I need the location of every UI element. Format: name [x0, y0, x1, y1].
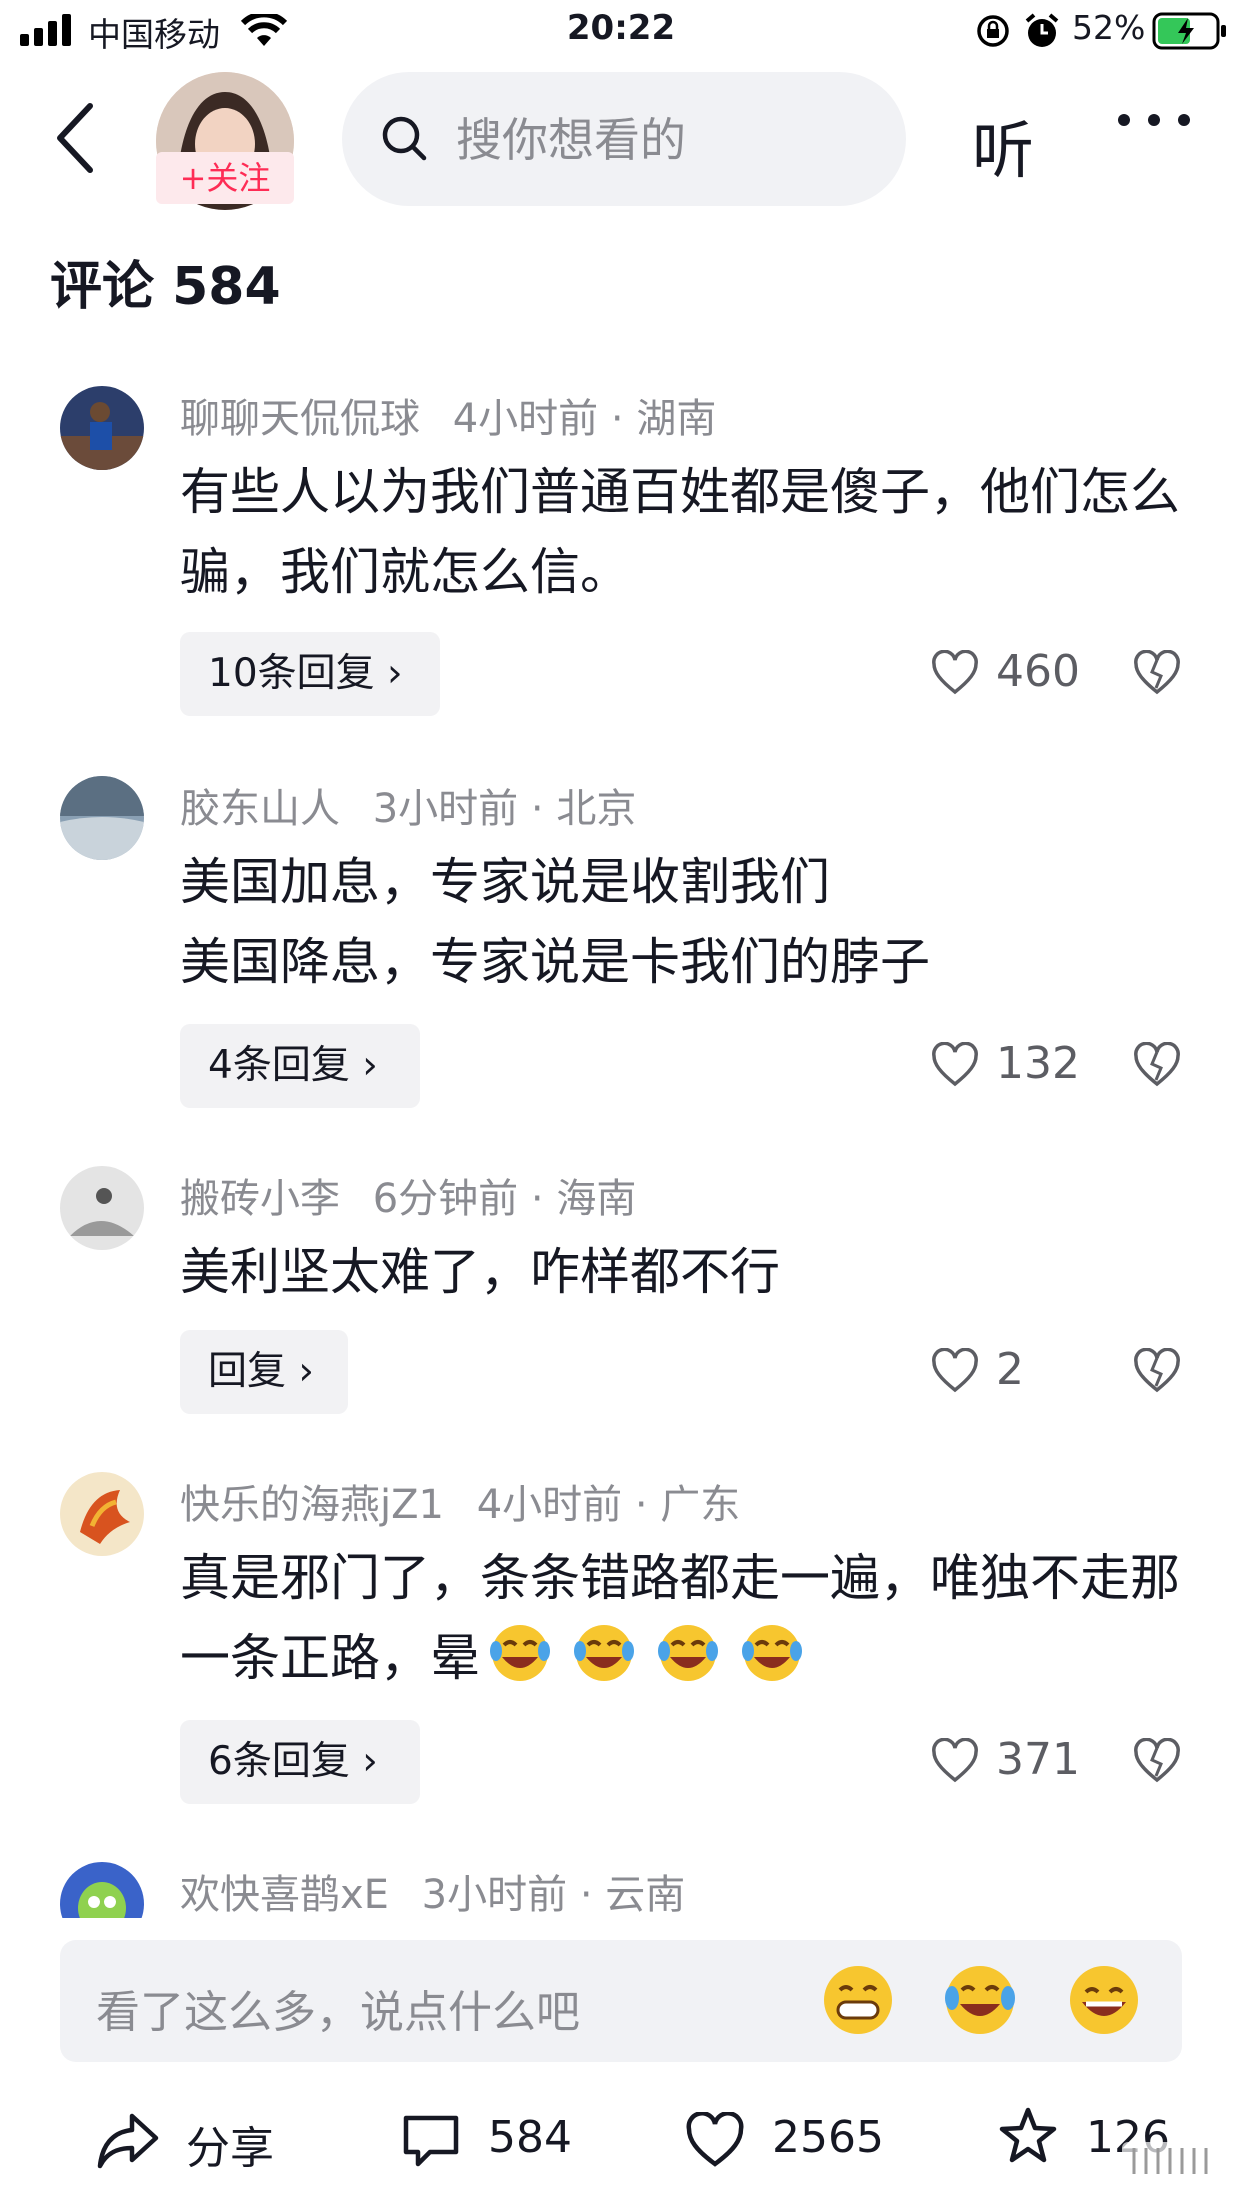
- commenter-name[interactable]: 胶东山人: [180, 786, 340, 832]
- grinning-emoji[interactable]: [820, 1962, 896, 2038]
- back-icon[interactable]: [48, 98, 108, 178]
- commenter-name[interactable]: 欢快喜鹊xE: [180, 1872, 389, 1918]
- replies-label: 回复: [208, 1349, 287, 1394]
- commenter-name[interactable]: 快乐的海燕jZ1: [180, 1482, 444, 1528]
- avatar-image: [60, 1862, 144, 1918]
- like-total: 2565: [772, 2112, 884, 2163]
- chevron-right-icon: ›: [387, 651, 403, 696]
- view-replies-button[interactable]: 10条回复 ›: [180, 632, 440, 716]
- laughing-crying-emoji: [490, 1625, 550, 1681]
- rotation-lock-icon: [977, 15, 1009, 47]
- chevron-right-icon: ›: [298, 1349, 315, 1394]
- laughing-crying-emoji[interactable]: [942, 1962, 1018, 2038]
- comments-title: 评论 584: [50, 257, 281, 317]
- chevron-right-icon: ›: [362, 1043, 378, 1088]
- commenter-avatar[interactable]: [60, 1862, 144, 1918]
- avatar-image: [60, 386, 144, 470]
- view-replies-button[interactable]: 6条回复 ›: [180, 1720, 420, 1804]
- replies-label: 6条回复: [208, 1739, 350, 1784]
- like-icon[interactable]: [930, 1348, 980, 1394]
- dot-separator: ·: [579, 1872, 606, 1918]
- avatar-image: [60, 1472, 144, 1556]
- alarm-icon: [1025, 13, 1059, 47]
- commenter-name[interactable]: 聊聊天侃侃球: [180, 396, 420, 442]
- comment-location: 广东: [660, 1482, 741, 1528]
- like-count: 132: [996, 1038, 1080, 1089]
- comment-text: 有些人以为我们普通百姓都是傻子，他们怎么骗，我们就怎么信。: [180, 463, 1180, 601]
- share-icon[interactable]: [96, 2110, 160, 2170]
- laughing-crying-emoji: [573, 1625, 634, 1681]
- comment-time: 4小时前: [452, 396, 599, 442]
- battery-icon: [1152, 12, 1226, 50]
- comment-count: 584: [488, 2112, 572, 2163]
- comment-time: 4小时前: [476, 1482, 623, 1528]
- comment-line: 美国加息，专家说是收割我们: [180, 853, 830, 911]
- like-count: 2: [996, 1344, 1024, 1395]
- replies-label: 10条回复: [208, 651, 375, 696]
- comment-time: 3小时前: [372, 786, 519, 832]
- emoji-group: [486, 1621, 806, 1708]
- comment-meta: 欢快喜鹊xE 3小时前 · 云南: [180, 1862, 685, 1920]
- comment-icon[interactable]: [400, 2112, 462, 2170]
- search-icon: [382, 116, 427, 161]
- follow-button[interactable]: +关注: [156, 152, 294, 204]
- laughing-crying-emoji: [741, 1625, 802, 1681]
- star-icon[interactable]: [996, 2104, 1060, 2168]
- comment-text: 美利坚太难了，咋样都不行: [180, 1243, 780, 1301]
- status-bar: 中国移动 20:22 52%: [0, 0, 1242, 62]
- like-icon[interactable]: [930, 1738, 980, 1784]
- comment-location: 北京: [556, 786, 637, 832]
- avatar-image: [60, 1166, 144, 1250]
- like-count: 371: [996, 1734, 1080, 1785]
- search-placeholder: 搜你想看的: [456, 113, 686, 167]
- dot-separator: ·: [530, 786, 557, 832]
- comment-location: 湖南: [636, 396, 717, 442]
- dislike-icon[interactable]: [1132, 1348, 1182, 1394]
- comment-input-placeholder: 看了这么多，说点什么吧: [96, 1987, 580, 2038]
- dot-separator: ·: [610, 396, 637, 442]
- comment-text: 美国加息，专家说是收割我们 美国降息，专家说是卡我们的脖子: [180, 842, 1200, 1002]
- commenter-avatar[interactable]: [60, 1166, 144, 1250]
- view-replies-button[interactable]: 4条回复 ›: [180, 1024, 420, 1108]
- commenter-avatar[interactable]: [60, 1472, 144, 1556]
- dot-separator: ·: [634, 1482, 661, 1528]
- dislike-icon[interactable]: [1132, 650, 1182, 696]
- comment-location: 海南: [556, 1176, 637, 1222]
- share-label[interactable]: 分享: [186, 2112, 274, 2176]
- listen-button[interactable]: 听: [972, 100, 1034, 190]
- commenter-name[interactable]: 搬砖小李: [180, 1176, 340, 1222]
- chevron-right-icon: ›: [362, 1739, 378, 1784]
- avatar-image: [60, 776, 144, 860]
- watermark-logo: [1122, 2142, 1218, 2180]
- comment-time: 3小时前: [421, 1872, 568, 1918]
- reply-button[interactable]: 回复 ›: [180, 1330, 348, 1414]
- laughing-crying-emoji: [657, 1625, 718, 1681]
- replies-label: 4条回复: [208, 1043, 350, 1088]
- comment-text: 真是邪门了，条条错路都走一遍，唯独不走那一条正路，晕: [180, 1538, 1200, 1708]
- like-count: 460: [996, 646, 1080, 697]
- comment-meta: 胶东山人 3小时前 · 北京: [180, 776, 636, 834]
- like-icon[interactable]: [930, 650, 980, 696]
- comment-location: 云南: [605, 1872, 686, 1918]
- big-smile-emoji[interactable]: [1066, 1962, 1142, 2038]
- dot-separator: ·: [530, 1176, 557, 1222]
- comment-meta: 快乐的海燕jZ1 4小时前 · 广东: [180, 1472, 740, 1530]
- commenter-avatar[interactable]: [60, 386, 144, 470]
- heart-icon[interactable]: [684, 2112, 746, 2170]
- comment-meta: 聊聊天侃侃球 4小时前 · 湖南: [180, 386, 716, 444]
- comment-line: 美国降息，专家说是卡我们的脖子: [180, 933, 930, 991]
- more-icon[interactable]: [1112, 100, 1196, 140]
- dislike-icon[interactable]: [1132, 1042, 1182, 1088]
- commenter-avatar[interactable]: [60, 776, 144, 860]
- like-icon[interactable]: [930, 1042, 980, 1088]
- dislike-icon[interactable]: [1132, 1738, 1182, 1784]
- battery-percent: 52%: [1072, 8, 1146, 47]
- comment-meta: 搬砖小李 6分钟前 · 海南: [180, 1166, 636, 1224]
- comment-time: 6分钟前: [372, 1176, 519, 1222]
